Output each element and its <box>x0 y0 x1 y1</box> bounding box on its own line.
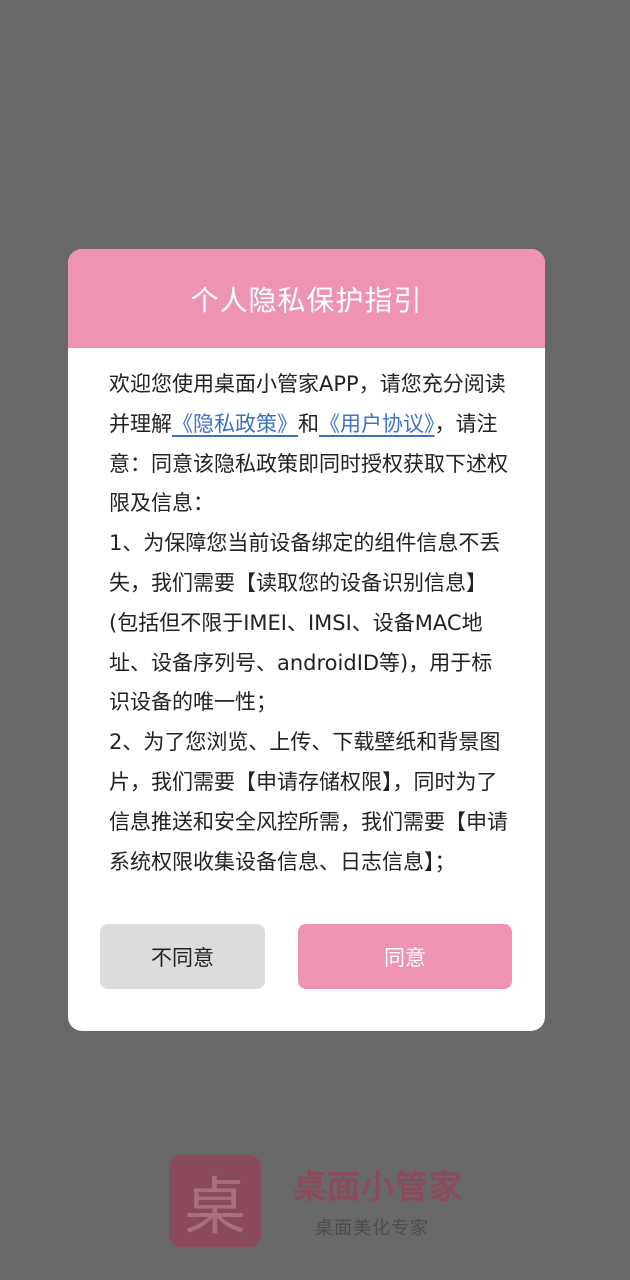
user-agreement-link[interactable]: 《用户协议》 <box>319 412 435 436</box>
app-logo: 桌 <box>169 1155 261 1247</box>
app-logo-glyph: 桌 <box>183 1170 246 1243</box>
dialog-title: 个人隐私保护指引 <box>190 283 423 317</box>
privacy-dialog: 个人隐私保护指引 欢迎您使用桌面小管家APP，请您充分阅读并理解《隐私政策》和《… <box>68 249 545 1031</box>
agree-button-label: 同意 <box>384 945 426 970</box>
permission-item-2: 2、为了您浏览、上传、下载壁纸和背景图片，我们需要【申请存储权限】，同时为了信息… <box>109 730 508 874</box>
disagree-button-label: 不同意 <box>151 945 214 970</box>
intro-and-text: 和 <box>298 411 319 436</box>
permission-item-1: 1、为保障您当前设备绑定的组件信息不丢失，我们需要【读取您的设备识别信息】(包括… <box>109 531 501 715</box>
app-name: 桌面小管家 <box>293 1167 463 1206</box>
intro-paragraph: 欢迎您使用桌面小管家APP，请您充分阅读并理解《隐私政策》和《用户协议》，请注意… <box>109 365 509 524</box>
dialog-body: 欢迎您使用桌面小管家APP，请您充分阅读并理解《隐私政策》和《用户协议》，请注意… <box>109 365 509 882</box>
app-slogan: 桌面美化专家 <box>315 1218 429 1239</box>
dialog-header: 个人隐私保护指引 <box>68 249 545 348</box>
privacy-policy-link[interactable]: 《隐私政策》 <box>172 412 298 436</box>
disagree-button[interactable]: 不同意 <box>100 924 265 989</box>
agree-button[interactable]: 同意 <box>298 924 512 989</box>
